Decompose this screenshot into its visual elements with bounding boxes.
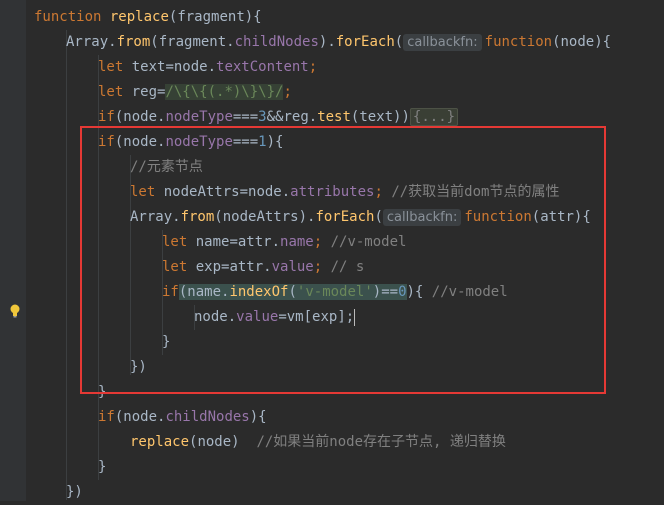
code-line[interactable]: let text=node.textContent; [0, 55, 664, 80]
folded-block[interactable]: {...} [409, 108, 459, 126]
regex-literal: /\{\{(.*)\}\}/ [165, 84, 284, 100]
code-editor[interactable]: function replace(fragment){ Array.from(f… [0, 0, 664, 501]
code-line[interactable]: Array.from(fragment.childNodes).forEach(… [0, 30, 664, 55]
code-line[interactable]: function replace(fragment){ [0, 5, 664, 30]
parameter-hint: callbackfn: [403, 34, 482, 51]
code-line[interactable]: } [0, 455, 664, 480]
code-line[interactable]: replace(node) //如果当前node存在子节点, 递归替换 [0, 430, 664, 455]
code-line[interactable]: }) [0, 480, 664, 505]
annotation-highlight-box [80, 126, 606, 394]
code-line[interactable]: if(node.childNodes){ [0, 405, 664, 430]
code-line[interactable]: let reg=/\{\{(.*)\}\}/; [0, 80, 664, 105]
